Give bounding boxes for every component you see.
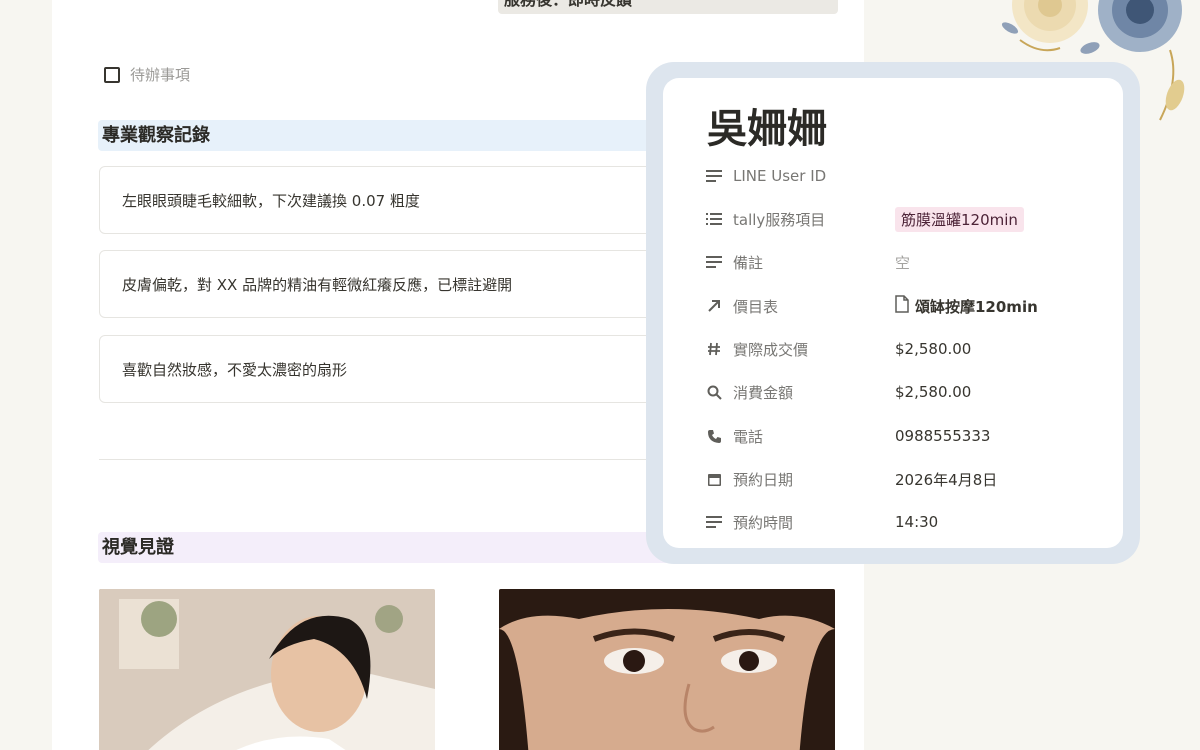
client-photo-relaxing[interactable] — [99, 589, 435, 750]
record-panel: 吳姍姍 LINE User ID tally服務項目 筋膜溫罐120min 備註… — [663, 78, 1123, 548]
calendar-icon — [705, 470, 723, 488]
client-photo-closeup[interactable] — [499, 589, 835, 750]
property-spend-amount[interactable]: 消費金額 $2,580.00 — [705, 376, 1115, 408]
property-label: 價目表 — [733, 297, 779, 316]
list-icon — [705, 210, 723, 228]
property-label: 消費金額 — [733, 383, 794, 402]
feedback-banner: 服務後：即時反饋 — [498, 0, 838, 14]
checkbox[interactable] — [104, 66, 120, 83]
page-icon — [895, 295, 909, 317]
property-value[interactable]: $2,580.00 — [895, 340, 971, 358]
record-title: 吳姍姍 — [707, 106, 827, 152]
property-label: 預約時間 — [733, 513, 794, 532]
todo-label: 待辦事項 — [130, 66, 191, 84]
todo-item[interactable]: 待辦事項 — [104, 64, 190, 85]
phone-icon — [705, 427, 723, 445]
property-label: 備註 — [733, 253, 764, 272]
property-value[interactable]: 頌缽按摩120min — [895, 295, 1038, 317]
property-value[interactable]: 14:30 — [895, 513, 938, 531]
property-booking-time[interactable]: 預約時間 14:30 — [705, 506, 1115, 538]
property-label: LINE User ID — [733, 167, 827, 185]
property-notes[interactable]: 備註 空 — [705, 246, 1115, 278]
property-label: tally服務項目 — [733, 210, 826, 229]
property-label: 預約日期 — [733, 470, 794, 489]
property-price-list[interactable]: 價目表 頌缽按摩120min — [705, 290, 1115, 322]
search-icon — [705, 383, 723, 401]
hash-icon — [705, 340, 723, 358]
property-booking-date[interactable]: 預約日期 2026年4月8日 — [705, 463, 1115, 495]
service-tag[interactable]: 筋膜溫罐120min — [895, 206, 1024, 232]
property-label: 電話 — [733, 427, 764, 446]
text-lines-icon — [705, 167, 723, 185]
property-value[interactable]: 筋膜溫罐120min — [895, 206, 1024, 232]
property-label: 實際成交價 — [733, 340, 809, 359]
relation-link[interactable]: 頌缽按摩120min — [915, 296, 1038, 317]
note-text: 喜歡自然妝感，不愛太濃密的扇形 — [122, 360, 348, 379]
property-phone[interactable]: 電話 0988555333 — [705, 420, 1115, 452]
property-service-item[interactable]: tally服務項目 筋膜溫罐120min — [705, 203, 1115, 235]
text-lines-icon — [705, 513, 723, 531]
property-value[interactable]: $2,580.00 — [895, 383, 971, 401]
property-value[interactable]: 2026年4月8日 — [895, 469, 997, 490]
note-text: 皮膚偏乾，對 XX 品牌的精油有輕微紅癢反應，已標註避開 — [122, 275, 513, 294]
property-value[interactable]: 空 — [895, 252, 910, 273]
arrow-up-right-icon — [705, 297, 723, 315]
note-text: 左眼眼頭睫毛較細軟，下次建議換 0.07 粗度 — [122, 191, 420, 210]
property-line-user-id[interactable]: LINE User ID — [705, 160, 1115, 192]
property-value[interactable]: 0988555333 — [895, 427, 990, 445]
property-actual-price[interactable]: 實際成交價 $2,580.00 — [705, 333, 1115, 365]
text-lines-icon — [705, 253, 723, 271]
